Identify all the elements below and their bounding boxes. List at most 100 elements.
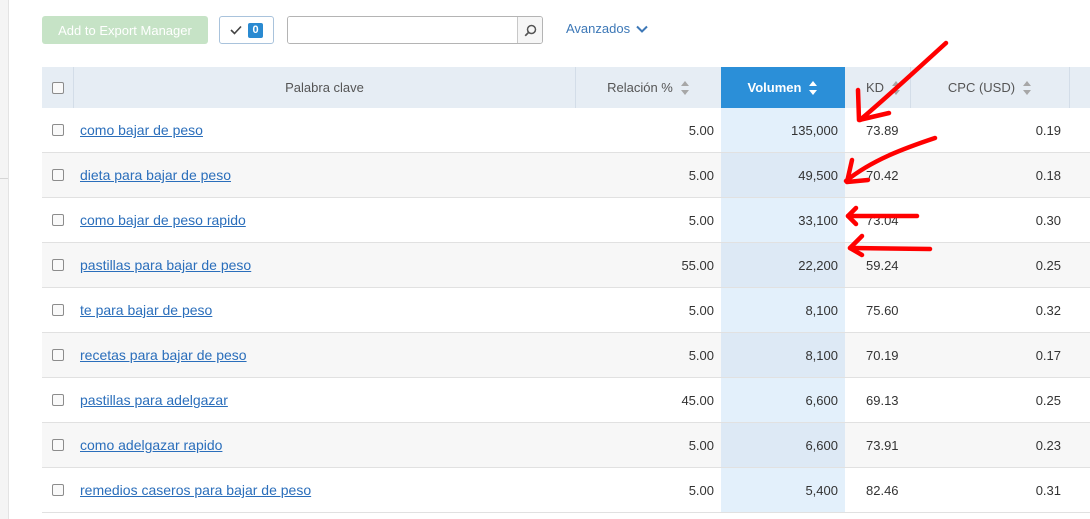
table-row: pastillas para bajar de peso 55.00 22,20… [42, 243, 1090, 288]
relation-cell: 5.00 [688, 437, 714, 453]
relation-cell: 5.00 [688, 212, 714, 228]
keyword-cell: te para bajar de peso [80, 288, 570, 332]
keyword-cell: dieta para bajar de peso [80, 153, 570, 197]
cpc-cell: 0.32 [1035, 302, 1061, 318]
kd-cell: 73.91 [866, 437, 899, 453]
keyword-link[interactable]: te para bajar de peso [80, 302, 212, 318]
kd-cell: 59.24 [866, 257, 899, 273]
kd-cell: 73.89 [866, 122, 899, 138]
advanced-filters-label: Avanzados [566, 21, 631, 36]
row-select-cell [42, 243, 73, 287]
keyword-cell: remedios caseros para bajar de peso [80, 468, 570, 512]
kd-cell: 82.46 [866, 482, 899, 498]
column-label: Palabra clave [285, 80, 364, 95]
keyword-cell: como adelgazar rapido [80, 423, 570, 467]
sort-icon [892, 80, 901, 95]
keyword-link[interactable]: como bajar de peso [80, 122, 203, 138]
column-header-cpc[interactable]: CPC (USD) [910, 67, 1069, 108]
volume-cell: 6,600 [721, 423, 845, 467]
volume-cell: 5,400 [721, 468, 845, 512]
keywords-table: Palabra clave Relación % Volumen KD CPC … [42, 67, 1090, 513]
column-label: Relación % [607, 80, 673, 95]
cpc-cell: 0.18 [1035, 167, 1061, 183]
keyword-filter [287, 16, 543, 44]
search-button[interactable] [517, 17, 542, 43]
kd-cell: 70.19 [866, 347, 899, 363]
relation-cell: 5.00 [688, 122, 714, 138]
table-row: como adelgazar rapido 5.00 6,600 73.91 0… [42, 423, 1090, 468]
row-checkbox[interactable] [51, 124, 64, 136]
selected-keywords-toggle[interactable]: 0 [219, 16, 274, 44]
relation-cell: 55.00 [681, 257, 714, 273]
column-label: KD [866, 80, 885, 95]
kd-cell: 70.42 [866, 167, 899, 183]
table-row: remedios caseros para bajar de peso 5.00… [42, 468, 1090, 513]
row-select-cell [42, 468, 73, 512]
column-header-volume[interactable]: Volumen [721, 67, 845, 108]
row-checkbox[interactable] [51, 349, 64, 361]
row-checkbox[interactable] [51, 259, 64, 271]
table-row: recetas para bajar de peso 5.00 8,100 70… [42, 333, 1090, 378]
keyword-filter-input[interactable] [288, 17, 518, 43]
sort-icon [680, 80, 689, 95]
search-icon [524, 24, 536, 36]
add-to-export-manager-button[interactable]: Add to Export Manager [42, 16, 208, 44]
selected-count-badge: 0 [248, 22, 263, 38]
row-checkbox[interactable] [51, 169, 64, 181]
row-select-cell [42, 153, 73, 197]
cpc-cell: 0.23 [1035, 437, 1061, 453]
checkmark-icon [230, 25, 242, 35]
column-header-relation[interactable]: Relación % [575, 67, 721, 108]
row-checkbox[interactable] [51, 214, 64, 226]
table-row: como bajar de peso 5.00 135,000 73.89 0.… [42, 108, 1090, 153]
keyword-cell: pastillas para adelgazar [80, 378, 570, 422]
row-select-cell [42, 333, 73, 377]
row-checkbox[interactable] [51, 304, 64, 316]
table-header: Palabra clave Relación % Volumen KD CPC … [42, 67, 1090, 108]
keyword-link[interactable]: pastillas para adelgazar [80, 392, 228, 408]
column-header-kd[interactable]: KD [845, 67, 910, 108]
keyword-link[interactable]: recetas para bajar de peso [80, 347, 247, 363]
row-select-cell [42, 108, 73, 152]
row-checkbox[interactable] [51, 394, 64, 406]
chevron-down-icon [636, 25, 648, 33]
keyword-link[interactable]: dieta para bajar de peso [80, 167, 231, 183]
keyword-link[interactable]: remedios caseros para bajar de peso [80, 482, 311, 498]
keyword-link[interactable]: como adelgazar rapido [80, 437, 222, 453]
table-row: dieta para bajar de peso 5.00 49,500 70.… [42, 153, 1090, 198]
volume-cell: 8,100 [721, 333, 845, 377]
column-header-extra [1069, 67, 1090, 108]
cpc-cell: 0.17 [1035, 347, 1061, 363]
keyword-link[interactable]: pastillas para bajar de peso [80, 257, 251, 273]
cpc-cell: 0.31 [1035, 482, 1061, 498]
volume-cell: 6,600 [721, 378, 845, 422]
left-sidebar-edge [0, 0, 9, 519]
select-all-cell [42, 67, 73, 108]
relation-cell: 45.00 [681, 392, 714, 408]
relation-cell: 5.00 [688, 482, 714, 498]
cpc-cell: 0.25 [1035, 392, 1061, 408]
column-label: CPC (USD) [947, 80, 1016, 95]
volume-cell: 33,100 [721, 198, 845, 242]
row-select-cell [42, 378, 73, 422]
cpc-cell: 0.30 [1035, 212, 1061, 228]
row-checkbox[interactable] [51, 484, 64, 496]
keyword-cell: como bajar de peso rapido [80, 198, 570, 242]
advanced-filters-toggle[interactable]: Avanzados [566, 21, 648, 36]
kd-cell: 69.13 [866, 392, 899, 408]
sort-icon [1023, 80, 1032, 95]
table-row: te para bajar de peso 5.00 8,100 75.60 0… [42, 288, 1090, 333]
table-row: como bajar de peso rapido 5.00 33,100 73… [42, 198, 1090, 243]
row-checkbox[interactable] [51, 439, 64, 451]
volume-cell: 135,000 [721, 108, 845, 152]
relation-cell: 5.00 [688, 167, 714, 183]
select-all-checkbox[interactable] [51, 81, 64, 94]
column-header-keyword[interactable]: Palabra clave [73, 67, 575, 108]
row-select-cell [42, 198, 73, 242]
relation-cell: 5.00 [688, 302, 714, 318]
relation-cell: 5.00 [688, 347, 714, 363]
volume-cell: 8,100 [721, 288, 845, 332]
kd-cell: 73.04 [866, 212, 899, 228]
column-label: Volumen [747, 80, 802, 95]
keyword-link[interactable]: como bajar de peso rapido [80, 212, 246, 228]
